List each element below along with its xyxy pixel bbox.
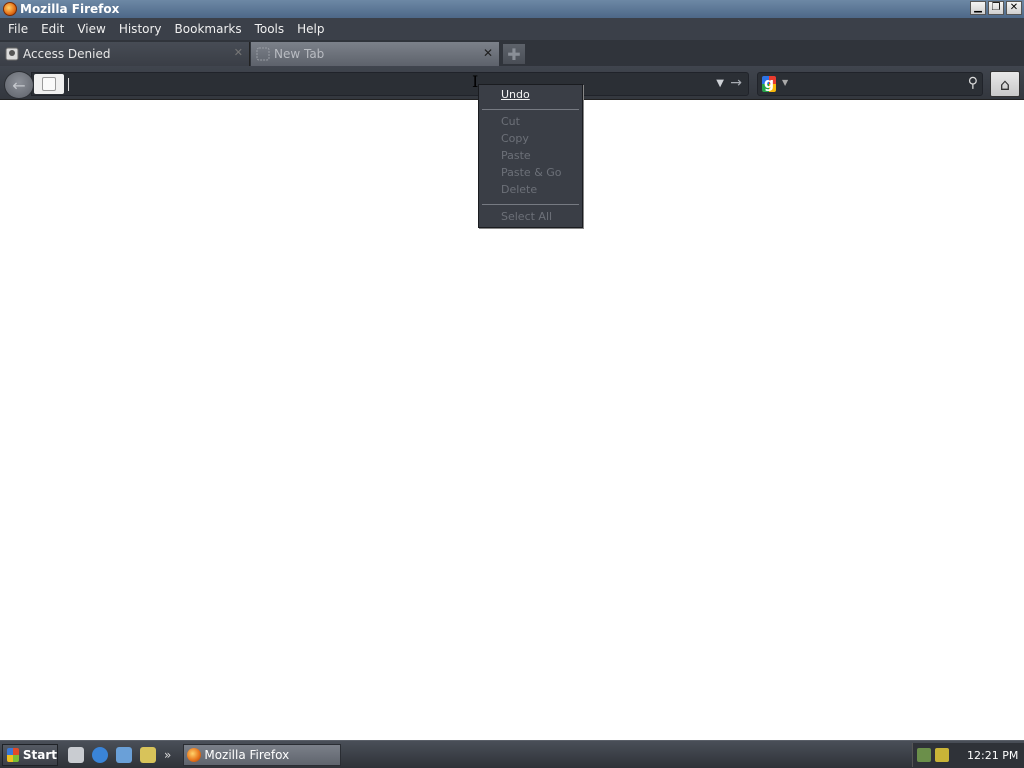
magnifier-icon[interactable]: ⚲ (968, 75, 978, 91)
taskbar-firefox-button[interactable]: Mozilla Firefox (183, 743, 342, 766)
close-tab-icon[interactable]: ✕ (483, 46, 493, 60)
system-tray: 12:21 PM (912, 743, 1024, 767)
context-undo[interactable]: Undo (501, 88, 530, 101)
search-bar[interactable]: g ▼ ⚲ (757, 72, 983, 96)
tab-label: New Tab (274, 47, 325, 61)
menu-help[interactable]: Help (297, 22, 324, 36)
network-icon[interactable] (917, 748, 931, 762)
menu-history[interactable]: History (119, 22, 162, 36)
taskbar: Start » Mozilla Firefox 12:21 PM (0, 740, 1024, 768)
quick-launch: » (68, 746, 171, 763)
close-tab-icon[interactable]: ✕ (234, 46, 243, 59)
context-copy: Copy (501, 132, 529, 145)
text-caret (68, 78, 69, 91)
site-identity-button[interactable] (34, 74, 64, 94)
context-select-all: Select All (501, 210, 553, 223)
window-titlebar: Mozilla Firefox ▁ ❐ ✕ (0, 0, 1024, 18)
context-paste: Paste (501, 149, 531, 162)
menu-separator (482, 109, 579, 110)
context-paste-and-go: Paste & Go (501, 166, 562, 179)
menu-view[interactable]: View (77, 22, 105, 36)
blank-page-icon (42, 77, 56, 91)
taskbar-window-label: Mozilla Firefox (204, 747, 290, 762)
url-bar[interactable]: ▼ → (31, 72, 749, 96)
search-folder-icon[interactable] (140, 746, 156, 763)
show-desktop-icon[interactable] (68, 746, 84, 763)
google-icon[interactable]: g (762, 76, 776, 92)
page-icon (5, 47, 19, 61)
back-arrow-icon: ← (12, 75, 26, 95)
restore-button[interactable]: ❐ (988, 1, 1004, 15)
menu-edit[interactable]: Edit (41, 22, 64, 36)
menu-separator (482, 204, 579, 205)
plus-icon: ✚ (507, 44, 521, 64)
back-button[interactable]: ← (4, 71, 34, 99)
tab-access-denied[interactable]: Access Denied ✕ (0, 42, 250, 66)
menu-tools[interactable]: Tools (255, 22, 285, 36)
window-controls: ▁ ❐ ✕ (970, 1, 1022, 15)
tab-new-tab[interactable]: New Tab ✕ (251, 42, 499, 66)
start-label: Start (22, 747, 57, 762)
firefox-icon (187, 747, 202, 762)
home-icon: ⌂ (999, 74, 1011, 94)
chevron-icon[interactable]: » (164, 748, 171, 762)
start-button[interactable]: Start (2, 743, 58, 766)
tab-label: Access Denied (23, 47, 111, 61)
menu-file[interactable]: File (8, 22, 28, 36)
context-menu: Undo Cut Copy Paste Paste & Go Delete Se… (478, 84, 583, 228)
windows-flag-icon (7, 747, 19, 762)
menu-bookmarks[interactable]: Bookmarks (175, 22, 242, 36)
outlook-express-icon[interactable] (116, 746, 132, 763)
go-arrow-icon[interactable]: → (730, 75, 742, 91)
close-window-button[interactable]: ✕ (1006, 1, 1022, 15)
clock: 12:21 PM (967, 748, 1019, 762)
window-title: Mozilla Firefox (20, 2, 120, 16)
new-tab-button[interactable]: ✚ (502, 43, 526, 65)
context-cut: Cut (501, 115, 520, 128)
tab-strip: Access Denied ✕ New Tab ✕ ✚ (0, 40, 1024, 66)
menu-bar: File Edit View History Bookmarks Tools H… (0, 18, 1024, 40)
internet-explorer-icon[interactable] (92, 746, 108, 763)
search-engine-dropdown-icon[interactable]: ▼ (782, 78, 788, 87)
url-dropdown-icon[interactable]: ▼ (716, 78, 724, 89)
security-icon[interactable] (935, 748, 949, 762)
context-delete: Delete (501, 183, 538, 196)
blank-page-icon (256, 47, 270, 61)
home-button[interactable]: ⌂ (990, 71, 1020, 97)
firefox-icon (3, 2, 17, 16)
minimize-button[interactable]: ▁ (970, 1, 986, 15)
